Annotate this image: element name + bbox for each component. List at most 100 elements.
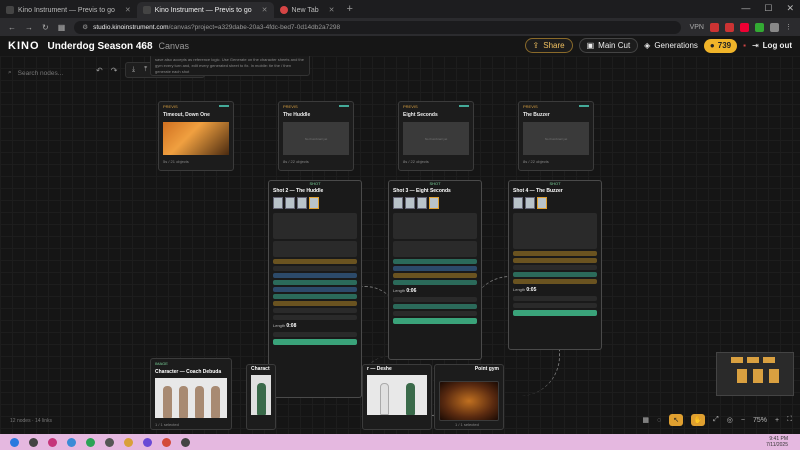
- frame-thumb[interactable]: [393, 197, 403, 209]
- frame-thumb[interactable]: [525, 197, 535, 209]
- frame-thumb[interactable]: [405, 197, 415, 209]
- pointer-tool-icon[interactable]: ↖: [669, 414, 684, 426]
- shot-option-row[interactable]: [393, 273, 477, 278]
- credits-badge[interactable]: ● 739: [703, 38, 738, 53]
- close-tab-icon[interactable]: ✕: [125, 6, 131, 14]
- generate-shot-button[interactable]: [393, 318, 477, 324]
- address-bar[interactable]: ⚙ studio.kinoinstrument.com/canvas?proje…: [74, 20, 681, 34]
- shot-option-row[interactable]: [393, 266, 477, 271]
- app-icon[interactable]: [124, 437, 133, 447]
- app-icon[interactable]: [105, 437, 114, 447]
- scene-node[interactable]: PREVIS Eight Seconds No thumbnail yet 8s…: [398, 101, 474, 171]
- redo-icon[interactable]: ↷: [111, 66, 118, 75]
- frame-thumb[interactable]: [537, 197, 547, 209]
- generations-button[interactable]: ◈ Generations: [644, 41, 698, 50]
- shot-option-row[interactable]: [393, 280, 477, 285]
- shot-option-row[interactable]: [273, 294, 357, 299]
- extension-icon[interactable]: [725, 22, 734, 32]
- shot-option-row[interactable]: [273, 315, 357, 320]
- main-cut-button[interactable]: ▣ Main Cut: [578, 38, 639, 53]
- forward-icon[interactable]: →: [25, 23, 33, 32]
- extension-icon[interactable]: [740, 22, 749, 32]
- shot-node[interactable]: SHOT Shot 2 — The Huddle Length 0:08: [268, 180, 362, 398]
- generate-shot-button[interactable]: [513, 310, 597, 316]
- flag-icon[interactable]: ▪: [743, 41, 746, 50]
- menu-icon[interactable]: ⋮: [785, 23, 792, 31]
- shot-option-row[interactable]: [513, 258, 597, 263]
- download-icon[interactable]: ⤓: [132, 66, 135, 74]
- hand-tool-icon[interactable]: ✋: [691, 414, 706, 426]
- shot-option-row[interactable]: [513, 296, 597, 301]
- frame-thumb[interactable]: [417, 197, 427, 209]
- shot-option-row[interactable]: [513, 303, 597, 308]
- extensions-grid-icon[interactable]: ▦: [58, 23, 66, 32]
- frame-thumb[interactable]: [429, 197, 439, 209]
- generate-shot-button[interactable]: [273, 339, 357, 345]
- shot-option-row[interactable]: [393, 311, 477, 316]
- app-icon[interactable]: [181, 437, 190, 447]
- fullscreen-icon[interactable]: ⛶: [787, 416, 792, 424]
- taskbar-clock[interactable]: 9:41 PM 7/11/2025: [766, 436, 788, 448]
- close-tab-icon[interactable]: ✕: [329, 6, 335, 14]
- fit-icon[interactable]: ⤢: [713, 416, 719, 424]
- minimize-icon[interactable]: —: [741, 3, 750, 14]
- focus-icon[interactable]: ◎: [727, 416, 733, 424]
- scene-node[interactable]: PREVIS The Buzzer No thumbnail yet 8s / …: [518, 101, 594, 171]
- app-icon[interactable]: [48, 437, 57, 447]
- shot-option-row[interactable]: [393, 297, 477, 302]
- minimap[interactable]: [716, 352, 794, 396]
- close-window-icon[interactable]: ✕: [786, 3, 794, 14]
- character-node[interactable]: Charact: [246, 364, 276, 430]
- upload-icon[interactable]: ⤒: [144, 66, 147, 74]
- profile-icon[interactable]: [770, 22, 779, 32]
- zoom-in-icon[interactable]: +: [775, 417, 779, 424]
- browser-tab-1[interactable]: Kino Instrument — Previs to go ✕: [0, 2, 137, 18]
- zoom-out-icon[interactable]: −: [741, 417, 745, 424]
- close-tab-icon[interactable]: ✕: [262, 6, 268, 14]
- back-icon[interactable]: ←: [8, 23, 16, 32]
- shot-option-row[interactable]: [273, 332, 357, 337]
- frame-thumb[interactable]: [309, 197, 319, 209]
- shot-option-row[interactable]: [513, 251, 597, 256]
- shot-option-row[interactable]: [273, 266, 357, 271]
- shot-option-row[interactable]: [393, 259, 477, 264]
- scene-node[interactable]: PREVIS The Huddle No thumbnail yet 8s / …: [278, 101, 354, 171]
- shot-option-row[interactable]: [273, 259, 357, 264]
- app-icon[interactable]: [162, 437, 171, 447]
- site-info-icon[interactable]: ⚙: [82, 23, 88, 31]
- shot-option-row[interactable]: [273, 280, 357, 285]
- shot-option-row[interactable]: [273, 287, 357, 292]
- vpn-badge[interactable]: VPN: [690, 24, 704, 31]
- shot-option-row[interactable]: [273, 301, 357, 306]
- frame-thumb[interactable]: [297, 197, 307, 209]
- kino-logo[interactable]: KINO: [8, 40, 40, 52]
- shot-option-row[interactable]: [273, 273, 357, 278]
- character-node[interactable]: r — Deshe: [362, 364, 432, 430]
- shot-option-row[interactable]: [513, 272, 597, 277]
- app-icon[interactable]: [86, 437, 95, 447]
- shot-option-row[interactable]: [513, 265, 597, 270]
- app-icon[interactable]: [143, 437, 152, 447]
- shot-option-row[interactable]: [393, 304, 477, 309]
- shot-option-row[interactable]: [513, 279, 597, 284]
- shot-node[interactable]: SHOT Shot 3 — Eight Seconds Length 0:06: [388, 180, 482, 360]
- frame-thumb[interactable]: [285, 197, 295, 209]
- search-taskbar-icon[interactable]: [29, 437, 38, 447]
- browser-tab-3[interactable]: New Tab ✕: [274, 2, 341, 18]
- app-icon[interactable]: [67, 437, 76, 447]
- shot-node[interactable]: SHOT Shot 4 — The Buzzer Length 0:05: [508, 180, 602, 350]
- extension-icon[interactable]: [755, 22, 764, 32]
- undo-icon[interactable]: ↶: [96, 66, 103, 75]
- lasso-icon[interactable]: ◌: [657, 417, 661, 424]
- browser-tab-2[interactable]: Kino Instrument — Previs to go ✕: [136, 2, 274, 18]
- frame-thumb[interactable]: [273, 197, 283, 209]
- frame-thumb[interactable]: [513, 197, 523, 209]
- node-canvas[interactable]: ⌕ Search nodes... ↶ ↷ ⤓ ⤒ ❐ ↻ ⊘ save als…: [0, 56, 800, 434]
- start-icon[interactable]: [10, 437, 19, 447]
- location-node[interactable]: Point gym 1 / 1 selected: [434, 364, 504, 430]
- new-tab-button[interactable]: +: [347, 3, 353, 15]
- logout-button[interactable]: ⇥ Log out: [752, 41, 792, 50]
- maximize-icon[interactable]: ☐: [764, 3, 772, 14]
- character-node[interactable]: IMAGE Character — Coach Debuda 1 / 1 sel…: [150, 358, 232, 430]
- scene-node[interactable]: PREVIS Timeout, Down One 5s / 21 objects: [158, 101, 234, 171]
